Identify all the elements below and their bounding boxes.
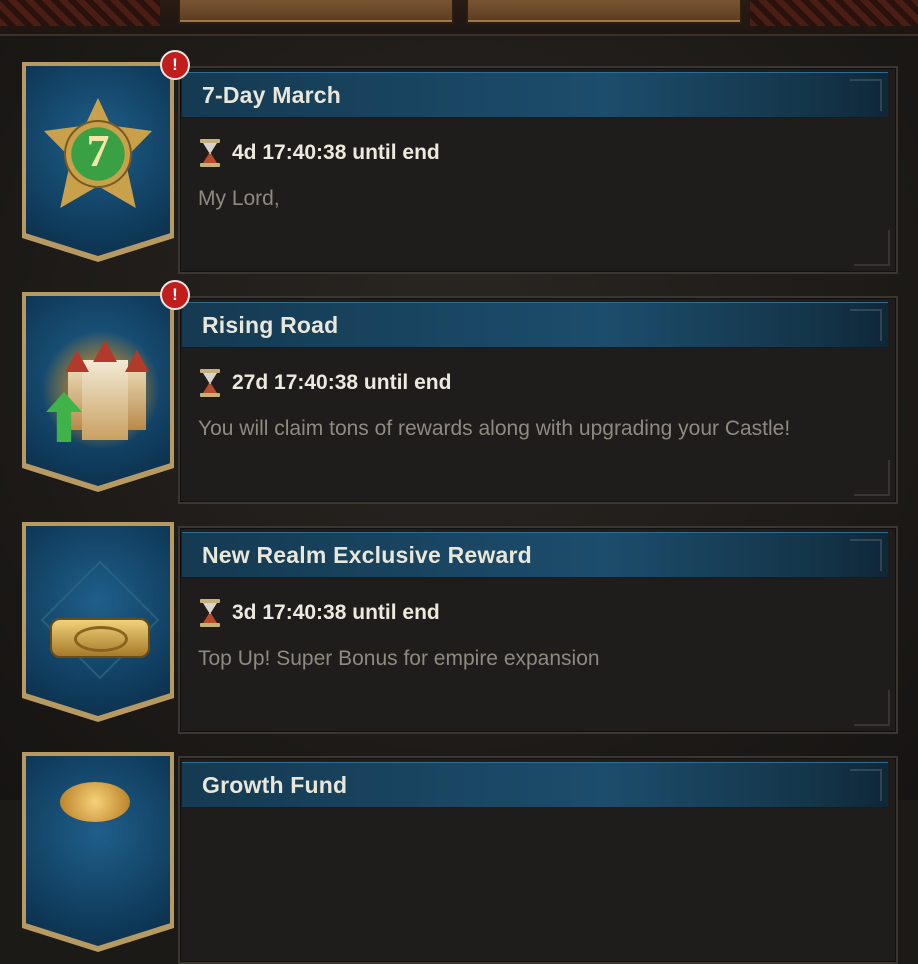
- card-title-bar: New Realm Exclusive Reward: [182, 532, 888, 578]
- alert-badge-icon: !: [160, 50, 190, 80]
- timer-text: 27d 17:40:38 until end: [232, 371, 452, 394]
- alert-badge-icon: !: [160, 280, 190, 310]
- event-description: You will claim tons of rewards along wit…: [198, 417, 791, 440]
- event-banner: 7 !: [20, 50, 190, 272]
- top-tab-bar: [0, 0, 918, 36]
- event-title: Rising Road: [202, 312, 339, 338]
- tab-left[interactable]: [178, 0, 454, 24]
- event-title: Growth Fund: [202, 772, 348, 798]
- card-title-bar: 7-Day March: [182, 72, 888, 118]
- medal-7-icon: 7: [44, 98, 152, 208]
- event-banner: [20, 750, 178, 962]
- timer-text: 3d 17:40:38 until end: [232, 601, 440, 624]
- timer-text: 4d 17:40:38 until end: [232, 141, 440, 164]
- hourglass-icon: [198, 139, 222, 167]
- ornament-right: [750, 0, 918, 26]
- event-timer: 27d 17:40:38 until end: [198, 368, 451, 398]
- event-timer: 3d 17:40:38 until end: [198, 598, 440, 628]
- card-title-bar: Rising Road: [182, 302, 888, 348]
- event-title: New Realm Exclusive Reward: [202, 542, 532, 568]
- hourglass-icon: [198, 599, 222, 627]
- event-card-7-day-march[interactable]: 7-Day March 4d 17:40:38 until end My Lor…: [20, 50, 898, 274]
- event-banner: [20, 520, 178, 732]
- gold-coin-icon: [60, 782, 130, 822]
- hourglass-icon: [198, 369, 222, 397]
- event-title: 7-Day March: [202, 82, 341, 108]
- event-card-new-realm-exclusive-reward[interactable]: New Realm Exclusive Reward 3d 17:40:38 u…: [20, 520, 898, 734]
- tab-right[interactable]: [466, 0, 742, 24]
- event-banner: !: [20, 280, 190, 502]
- card-title-bar: Growth Fund: [182, 762, 888, 808]
- ornament-left: [0, 0, 160, 26]
- event-description: My Lord,: [198, 187, 280, 210]
- event-timer: 4d 17:40:38 until end: [198, 138, 440, 168]
- event-description: Top Up! Super Bonus for empire expansion: [198, 647, 600, 670]
- castle-upgrade-icon: [42, 330, 160, 450]
- event-card-growth-fund[interactable]: Growth Fund: [20, 750, 898, 964]
- medal-number: 7: [86, 125, 110, 176]
- crown-icon: [40, 560, 160, 688]
- event-card-rising-road[interactable]: Rising Road 27d 17:40:38 until end You w…: [20, 280, 898, 504]
